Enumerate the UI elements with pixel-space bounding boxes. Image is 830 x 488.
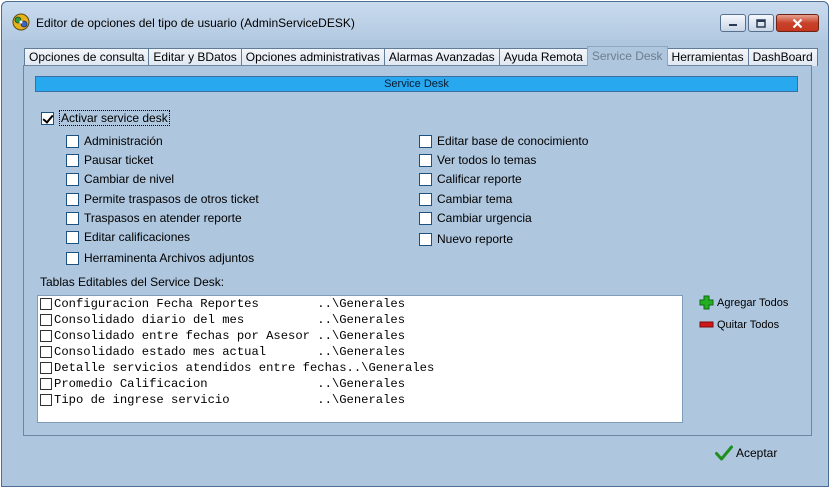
checkmark-icon — [715, 445, 733, 461]
option-permite-traspasos[interactable]: Permite traspasos de otros ticket — [66, 192, 259, 206]
checkbox-label: Cambiar tema — [437, 192, 513, 206]
tab-dashboard[interactable]: DashBoard — [747, 48, 818, 66]
checkbox-box[interactable] — [419, 172, 432, 186]
checkbox-box[interactable] — [66, 192, 79, 206]
option-editar-base-conocimiento[interactable]: Editar base de conocimiento — [419, 134, 588, 148]
table-row[interactable]: Configuracion Fecha Reportes ..\Generale… — [38, 296, 682, 312]
remove-all-button[interactable]: Quitar Todos — [699, 317, 779, 332]
table-row[interactable]: Detalle servicios atendidos entre fechas… — [38, 360, 682, 376]
service-desk-panel: Service Desk Activar service desk Admini… — [23, 65, 812, 436]
window-title: Editor de opciones del tipo de usuario (… — [36, 16, 355, 30]
row-text: Consolidado entre fechas por Asesor ..\G… — [54, 329, 406, 343]
checkbox-box[interactable] — [66, 153, 79, 167]
checkbox-label: Ver todos lo temas — [437, 153, 537, 167]
option-calificar-reporte[interactable]: Calificar reporte — [419, 172, 522, 186]
checkbox-label: Calificar reporte — [437, 172, 522, 186]
checkbox-label: Herraminenta Archivos adjuntos — [84, 251, 255, 265]
tab-alarmas-avanzadas[interactable]: Alarmas Avanzadas — [383, 48, 500, 66]
checkbox-box[interactable] — [66, 211, 79, 225]
checkbox-box[interactable] — [66, 134, 79, 148]
checkbox-label: Cambiar urgencia — [437, 211, 532, 225]
row-checkbox[interactable] — [40, 362, 52, 374]
row-text: Consolidado estado mes actual ..\General… — [54, 345, 406, 359]
row-text: Tipo de ingrese servicio ..\Generales — [54, 393, 406, 407]
checkbox-label: Pausar ticket — [84, 153, 154, 167]
table-row[interactable]: Consolidado estado mes actual ..\General… — [38, 344, 682, 360]
row-checkbox[interactable] — [40, 298, 52, 310]
plus-icon — [699, 295, 714, 310]
remove-all-label: Quitar Todos — [717, 318, 780, 331]
option-archivos-adjuntos[interactable]: Herraminenta Archivos adjuntos — [66, 251, 254, 265]
add-all-label: Agregar Todos — [717, 296, 789, 309]
option-traspasos-atender[interactable]: Traspasos en atender reporte — [66, 211, 242, 225]
table-row[interactable]: Tipo de ingrese servicio ..\Generales — [38, 392, 682, 408]
tab-ayuda-remota[interactable]: Ayuda Remota — [498, 48, 588, 66]
tab-editar-bdatos[interactable]: Editar y BDatos — [148, 48, 242, 66]
title-bar[interactable]: Editor de opciones del tipo de usuario (… — [2, 2, 828, 40]
checkbox-box[interactable] — [419, 134, 432, 148]
minus-icon — [699, 321, 714, 328]
row-text: Configuracion Fecha Reportes ..\Generale… — [54, 297, 406, 311]
checkbox-box[interactable] — [66, 172, 79, 186]
maximize-button[interactable] — [748, 14, 774, 32]
checkbox-label: Permite traspasos de otros ticket — [84, 192, 259, 206]
checkbox-label: Editar calificaciones — [84, 230, 191, 244]
option-cambiar-nivel[interactable]: Cambiar de nivel — [66, 172, 174, 186]
checkbox-box[interactable] — [419, 211, 432, 225]
checkbox-box[interactable] — [66, 251, 79, 265]
checkbox-label: Editar base de conocimiento — [437, 134, 589, 148]
option-editar-calificaciones[interactable]: Editar calificaciones — [66, 230, 190, 244]
dialog-client-area: Opciones de consulta Editar y BDatos Opc… — [9, 40, 821, 481]
tab-strip: Opciones de consulta Editar y BDatos Opc… — [24, 46, 818, 66]
row-checkbox[interactable] — [40, 330, 52, 342]
puzzle-gear-icon — [12, 13, 30, 31]
tables-label: Tablas Editables del Service Desk: — [40, 275, 225, 289]
accept-button[interactable]: Aceptar — [715, 443, 777, 463]
checkbox-box[interactable] — [41, 111, 54, 125]
row-checkbox[interactable] — [40, 394, 52, 406]
checkbox-label: Traspasos en atender reporte — [84, 211, 242, 225]
checkbox-label: Administración — [84, 134, 163, 148]
section-header: Service Desk — [35, 76, 798, 92]
option-pausar-ticket[interactable]: Pausar ticket — [66, 153, 153, 167]
row-text: Detalle servicios atendidos entre fechas… — [54, 361, 435, 375]
checkbox-label: Nuevo reporte — [437, 232, 514, 246]
table-row[interactable]: Promedio Calificacion ..\Generales — [38, 376, 682, 392]
option-administracion[interactable]: Administración — [66, 134, 163, 148]
table-row[interactable]: Consolidado entre fechas por Asesor ..\G… — [38, 328, 682, 344]
option-cambiar-tema[interactable]: Cambiar tema — [419, 192, 512, 206]
table-row[interactable]: Consolidado diario del mes ..\Generales — [38, 312, 682, 328]
row-checkbox[interactable] — [40, 314, 52, 326]
row-text: Promedio Calificacion ..\Generales — [54, 377, 406, 391]
accept-label: Aceptar — [736, 446, 778, 460]
tab-herramientas[interactable]: Herramientas — [666, 48, 749, 66]
tab-service-desk[interactable]: Service Desk — [586, 46, 668, 66]
minimize-button[interactable] — [720, 14, 746, 32]
checkbox-label: Cambiar de nivel — [84, 172, 175, 186]
checkbox-box[interactable] — [419, 153, 432, 167]
tab-opciones-administrativas[interactable]: Opciones administrativas — [240, 48, 385, 66]
checkbox-label: Activar service desk — [59, 110, 170, 126]
checkbox-box[interactable] — [419, 232, 432, 246]
checkbox-box[interactable] — [419, 192, 432, 206]
close-button[interactable] — [776, 14, 819, 32]
add-all-button[interactable]: Agregar Todos — [699, 295, 788, 310]
tab-opciones-consulta[interactable]: Opciones de consulta — [24, 48, 150, 66]
option-nuevo-reporte[interactable]: Nuevo reporte — [419, 232, 513, 246]
maximize-icon — [756, 18, 766, 28]
close-icon — [792, 18, 803, 28]
row-checkbox[interactable] — [40, 346, 52, 358]
row-checkbox[interactable] — [40, 378, 52, 390]
options-editor-window: Editor de opciones del tipo de usuario (… — [1, 1, 829, 487]
minimize-icon — [729, 24, 737, 26]
checkbox-box[interactable] — [66, 230, 79, 244]
option-ver-todos-temas[interactable]: Ver todos lo temas — [419, 153, 536, 167]
editable-tables-listbox[interactable]: Configuracion Fecha Reportes ..\Generale… — [37, 295, 683, 423]
row-text: Consolidado diario del mes ..\Generales — [54, 313, 406, 327]
activar-service-desk-checkbox[interactable]: Activar service desk — [41, 110, 170, 126]
option-cambiar-urgencia[interactable]: Cambiar urgencia — [419, 211, 532, 225]
